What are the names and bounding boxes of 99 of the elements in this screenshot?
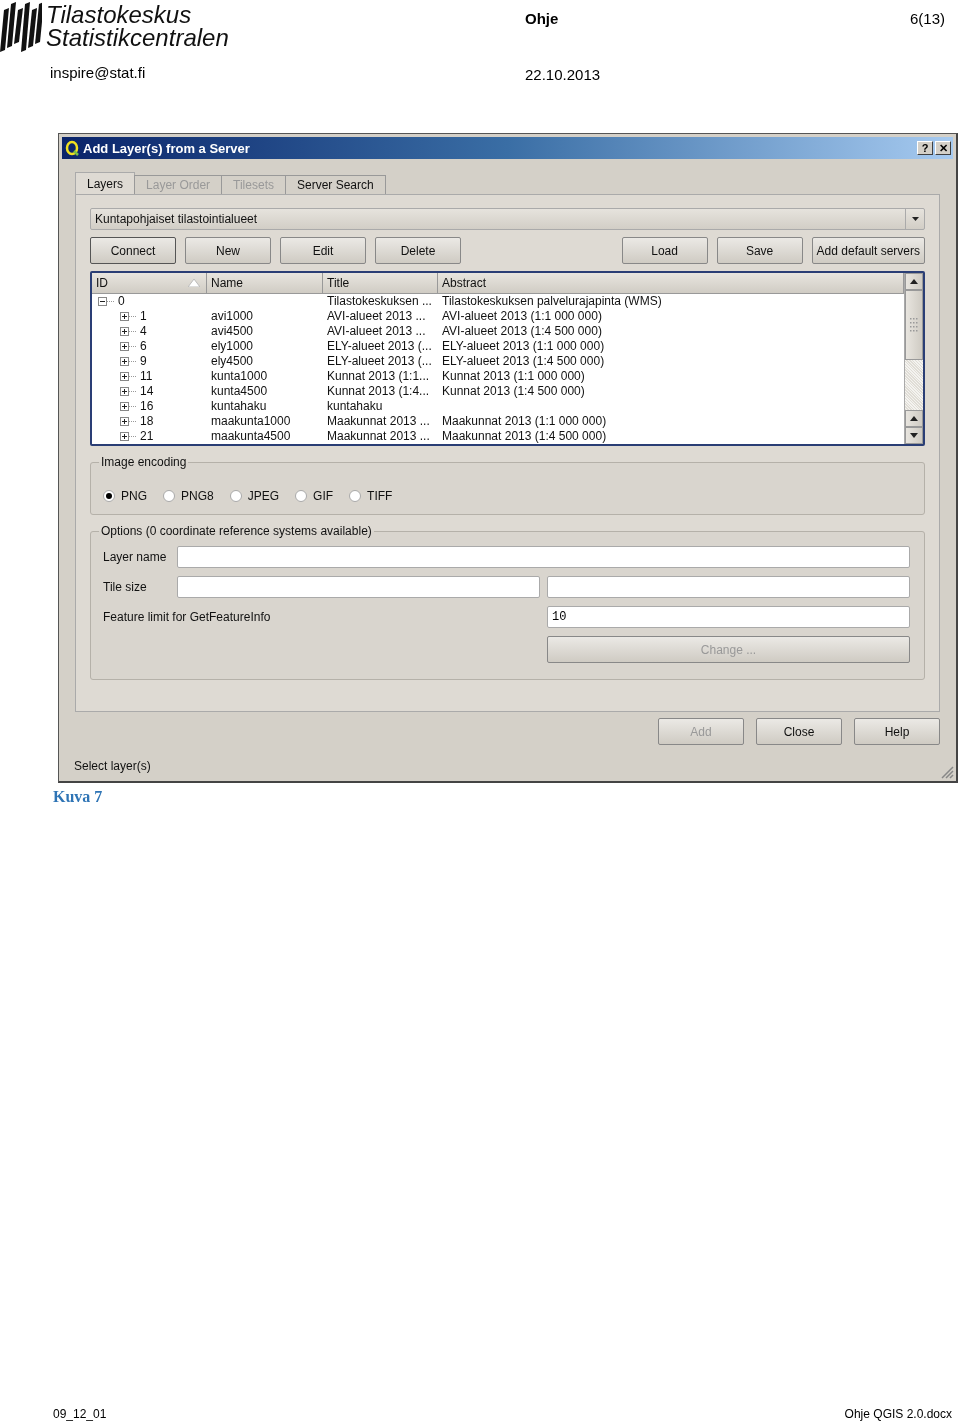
name-cell-text: kunta4500 [210,384,269,399]
abstract-cell-text: Maakunnat 2013 (1:4 500 000) [441,429,608,444]
input-field[interactable] [177,576,540,598]
name-cell-text: kunta1000 [210,369,269,384]
id-cell: 11 [140,369,153,384]
window-title: Add Layer(s) from a Server [83,140,251,156]
field-label: Tile size [103,580,148,594]
title-cell-text: AVI-alueet 2013 ... [326,309,427,324]
radio-option[interactable]: JPEG [229,489,280,503]
expand-icon[interactable] [120,431,138,442]
abstract-cell-text: Tilastokeskuksen palvelurajapinta (WMS) [441,294,663,309]
id-cell: 4 [140,324,147,339]
group-title: Image encoding [100,455,188,469]
figure-caption: Kuva 7 [53,788,103,805]
id-cell: 0 [118,294,125,309]
name-cell-text: maakunta4500 [210,429,292,444]
scroll-down-icon [910,433,918,438]
id-cell: 16 [140,399,154,414]
tab[interactable]: Layers [75,172,136,194]
column-header[interactable]: Title [323,273,438,293]
expand-icon[interactable] [120,356,138,367]
connection-button[interactable]: New [185,237,271,264]
id-cell: 18 [140,414,154,429]
dropdown-arrow-icon [911,217,919,221]
radio-option[interactable]: PNG8 [163,489,214,503]
title-cell-text: ELY-alueet 2013 (... [326,339,433,354]
close-button[interactable]: ✕ [935,141,951,155]
field-label: Layer name [103,550,168,564]
name-cell-text: ely4500 [210,354,255,369]
expand-icon[interactable] [120,341,138,352]
name-cell-text: avi1000 [210,309,255,324]
status-text: Select layer(s) [74,759,152,773]
collapse-icon[interactable] [98,296,116,307]
id-cell: 6 [140,339,147,354]
resize-grip-icon [940,765,954,779]
expand-icon[interactable] [120,386,138,397]
input-field[interactable]: 10 [547,606,910,628]
abstract-cell-text: Maakunnat 2013 (1:1 000 000) [441,414,608,429]
title-cell-text: Kunnat 2013 (1:4... [326,384,431,399]
scroll-up-icon [910,416,918,421]
abstract-cell-text: AVI-alueet 2013 (1:4 500 000) [441,324,603,339]
scroll-up-icon [910,279,918,284]
input-field[interactable] [547,576,910,598]
name-cell-text: maakunta1000 [210,414,292,429]
radio-option[interactable]: TIFF [349,489,393,503]
name-cell-text: ely1000 [210,339,255,354]
connection-button[interactable]: Connect [90,237,176,264]
id-cell: 9 [140,354,147,369]
radio-option[interactable]: GIF [295,489,334,503]
logo-text: Tilastokeskus [46,3,193,26]
abstract-cell-text: ELY-alueet 2013 (1:1 000 000) [441,339,606,354]
field-label: Feature limit for GetFeatureInfo [103,610,272,624]
id-cell: 14 [140,384,154,399]
connection-button[interactable]: Delete [375,237,461,264]
app-icon [65,140,79,156]
title-cell-text: Maakunnat 2013 ... [326,429,431,444]
column-header[interactable]: Name [207,273,323,293]
title-cell-text: AVI-alueet 2013 ... [326,324,427,339]
connection-button[interactable]: Add default servers [811,237,925,264]
abstract-cell-text: Kunnat 2013 (1:4 500 000) [441,384,586,399]
page-number: 6(13) [910,10,946,29]
expand-icon[interactable] [120,326,138,337]
footer-filename: Ohje QGIS 2.0.docx [844,1407,952,1423]
expand-icon[interactable] [120,311,138,322]
input-field[interactable] [177,546,910,568]
expand-icon[interactable] [120,416,138,427]
title-cell-text: Kunnat 2013 (1:1... [326,369,431,384]
connection-button[interactable]: Load [621,237,708,264]
grip-icon [910,318,918,332]
document-type: Ohje [525,10,560,29]
abstract-cell-text: Kunnat 2013 (1:1 000 000) [441,369,586,384]
id-cell: 1 [140,309,147,324]
connection-button[interactable]: Save [716,237,803,264]
title-cell-text: Maakunnat 2013 ... [326,414,431,429]
id-cell: 21 [140,429,154,444]
name-cell-text: avi4500 [210,324,255,339]
expand-icon[interactable] [120,401,138,412]
expand-icon[interactable] [120,371,138,382]
connection-button[interactable]: Edit [280,237,366,264]
abstract-cell-text: AVI-alueet 2013 (1:1 000 000) [441,309,603,324]
email-address: inspire@stat.fi [50,64,147,83]
footer-code: 09_12_01 [53,1407,107,1423]
name-cell-text: kuntahaku [210,399,268,414]
group-title: Options (0 coordinate reference systems available) [100,524,373,538]
radio-option[interactable]: PNG [103,489,147,503]
tab[interactable]: Server Search [284,175,386,194]
abstract-cell-text: ELY-alueet 2013 (1:4 500 000) [441,354,606,369]
document-date: 22.10.2013 [525,66,601,83]
title-cell-text: ELY-alueet 2013 (... [326,354,433,369]
connection-dropdown[interactable]: Kuntapohjaiset tilastointialueet [90,208,925,230]
title-cell-text: Tilastokeskuksen ... [326,294,433,309]
logo-icon [0,0,42,54]
dialog-button[interactable]: Help [854,718,940,745]
title-cell-text: kuntahaku [326,399,384,414]
scrollbar[interactable] [904,273,923,444]
help-button[interactable]: ? [917,141,933,155]
dialog-button[interactable]: Close [756,718,842,745]
column-header[interactable]: ID [92,273,207,293]
logo-text: Statistikcentralen [46,26,229,49]
